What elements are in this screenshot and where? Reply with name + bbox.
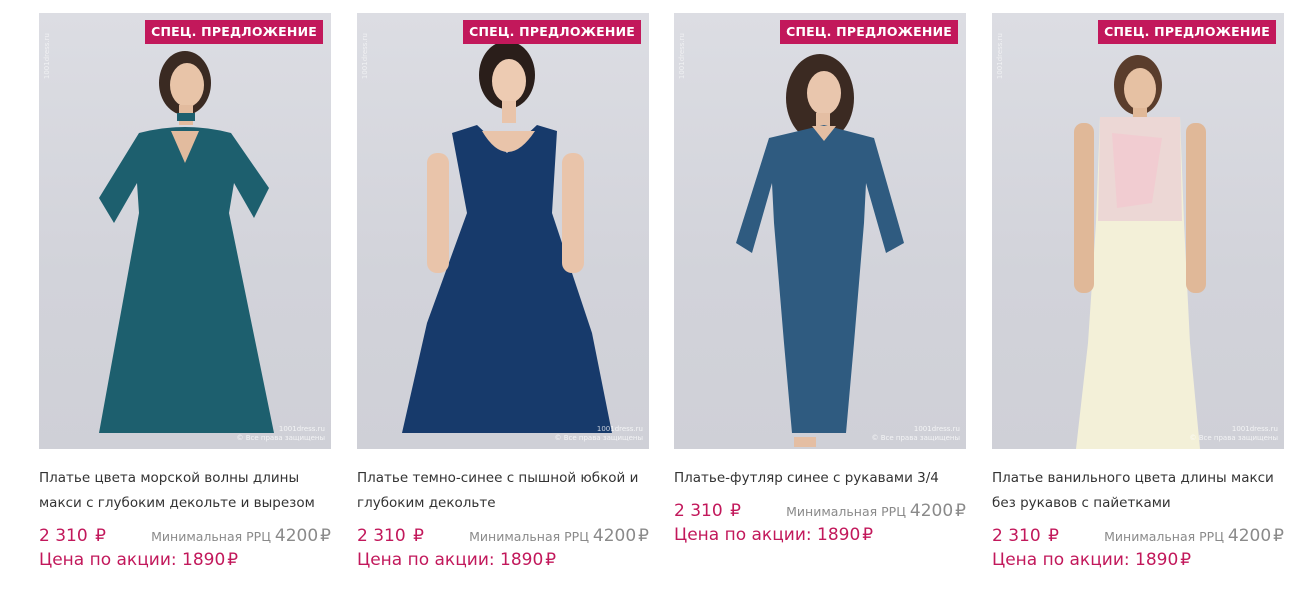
product-card[interactable]: 1001dress.ru СПЕЦ. ПРЕДЛОЖЕНИЕ 1001dress… xyxy=(992,13,1284,570)
rrp-label: Минимальная РРЦ xyxy=(151,529,271,544)
promo-label: Цена по акции: xyxy=(992,550,1130,570)
promo-value: 1890 xyxy=(500,550,544,570)
currency-icon: ₽ xyxy=(413,526,424,546)
side-watermark: 1001dress.ru xyxy=(361,33,369,80)
special-offer-badge: СПЕЦ. ПРЕДЛОЖЕНИЕ xyxy=(1098,20,1276,44)
product-title[interactable]: Платье-футляр синее с рукавами 3/4 xyxy=(674,466,966,491)
price-value: 2 310 xyxy=(992,526,1041,546)
product-grid: 1001dress.ru СПЕЦ. ПРЕДЛОЖЕНИЕ 1001dress… xyxy=(0,0,1312,601)
price-value: 2 310 xyxy=(357,526,406,546)
product-photo[interactable]: 1001dress.ru СПЕЦ. ПРЕДЛОЖЕНИЕ 1001dress… xyxy=(357,13,649,449)
dress-illustration xyxy=(1074,55,1206,449)
rrp-value: 4200 ₽ xyxy=(1228,526,1284,546)
promo-value: 1890 xyxy=(182,550,226,570)
product-card[interactable]: 1001dress.ru СПЕЦ. ПРЕДЛОЖЕНИЕ 1001dress… xyxy=(357,13,649,570)
photo-watermark: 1001dress.ru © Все права защищены xyxy=(1189,425,1278,443)
price: 2 310 ₽ xyxy=(674,501,741,521)
promo-value: 1890 xyxy=(1135,550,1179,570)
rrp-amount: 4200 xyxy=(1227,526,1272,546)
photo-watermark: 1001dress.ru © Все права защищены xyxy=(554,425,643,443)
price-value: 2 310 xyxy=(674,501,723,521)
promo-value: 1890 xyxy=(817,525,861,545)
watermark-site: 1001dress.ru xyxy=(596,425,643,433)
product-photo[interactable]: 1001dress.ru СПЕЦ. ПРЕДЛОЖЕНИЕ 1001dress… xyxy=(674,13,966,449)
product-title[interactable]: Платье цвета морской волны длины макси с… xyxy=(39,466,331,516)
currency-icon: ₽ xyxy=(95,526,106,546)
currency-icon: ₽ xyxy=(730,501,741,521)
watermark-site: 1001dress.ru xyxy=(913,425,960,433)
watermark-rights: © Все права защищены xyxy=(236,434,325,442)
product-card[interactable]: 1001dress.ru СПЕЦ. ПРЕДЛОЖЕНИЕ 1001dress… xyxy=(674,13,966,545)
special-offer-badge: СПЕЦ. ПРЕДЛОЖЕНИЕ xyxy=(145,20,323,44)
promo-label: Цена по акции: xyxy=(674,525,812,545)
price: 2 310 ₽ xyxy=(39,526,106,546)
dress-illustration xyxy=(99,51,274,433)
rrp-amount: 4200 xyxy=(274,526,319,546)
side-watermark: 1001dress.ru xyxy=(43,33,51,80)
rrp-amount: 4200 xyxy=(909,501,954,521)
rrp: Минимальная РРЦ 4200 ₽ xyxy=(469,526,649,546)
rrp: Минимальная РРЦ 4200 ₽ xyxy=(151,526,331,546)
promo-label: Цена по акции: xyxy=(39,550,177,570)
dress-illustration xyxy=(736,54,904,447)
currency-icon: ₽ xyxy=(638,526,649,546)
watermark-site: 1001dress.ru xyxy=(278,425,325,433)
promo-price: Цена по акции: 1890 ₽ xyxy=(674,525,966,545)
currency-icon: ₽ xyxy=(955,501,966,521)
rrp-value: 4200 ₽ xyxy=(275,526,331,546)
price-row: 2 310 ₽ Минимальная РРЦ 4200 ₽ xyxy=(357,526,649,546)
price: 2 310 ₽ xyxy=(357,526,424,546)
watermark-rights: © Все права защищены xyxy=(1189,434,1278,442)
price: 2 310 ₽ xyxy=(992,526,1059,546)
dress-illustration xyxy=(402,41,612,433)
currency-icon: ₽ xyxy=(320,526,331,546)
currency-icon: ₽ xyxy=(1180,550,1192,570)
currency-icon: ₽ xyxy=(545,550,557,570)
currency-icon: ₽ xyxy=(227,550,239,570)
promo-price: Цена по акции: 1890 ₽ xyxy=(992,550,1284,570)
rrp-value: 4200 ₽ xyxy=(910,501,966,521)
product-title[interactable]: Платье темно-синее с пышной юбкой и глуб… xyxy=(357,466,649,516)
price-row: 2 310 ₽ Минимальная РРЦ 4200 ₽ xyxy=(39,526,331,546)
price-row: 2 310 ₽ Минимальная РРЦ 4200 ₽ xyxy=(674,501,966,521)
product-title[interactable]: Платье ванильного цвета длины макси без … xyxy=(992,466,1284,516)
photo-watermark: 1001dress.ru © Все права защищены xyxy=(871,425,960,443)
special-offer-badge: СПЕЦ. ПРЕДЛОЖЕНИЕ xyxy=(463,20,641,44)
price-value: 2 310 xyxy=(39,526,88,546)
rrp: Минимальная РРЦ 4200 ₽ xyxy=(1104,526,1284,546)
watermark-rights: © Все права защищены xyxy=(554,434,643,442)
rrp: Минимальная РРЦ 4200 ₽ xyxy=(786,501,966,521)
rrp-label: Минимальная РРЦ xyxy=(469,529,589,544)
special-offer-badge: СПЕЦ. ПРЕДЛОЖЕНИЕ xyxy=(780,20,958,44)
product-photo[interactable]: 1001dress.ru СПЕЦ. ПРЕДЛОЖЕНИЕ 1001dress… xyxy=(992,13,1284,449)
photo-watermark: 1001dress.ru © Все права защищены xyxy=(236,425,325,443)
watermark-site: 1001dress.ru xyxy=(1231,425,1278,433)
promo-label: Цена по акции: xyxy=(357,550,495,570)
side-watermark: 1001dress.ru xyxy=(678,33,686,80)
currency-icon: ₽ xyxy=(862,525,874,545)
rrp-label: Минимальная РРЦ xyxy=(1104,529,1224,544)
price-row: 2 310 ₽ Минимальная РРЦ 4200 ₽ xyxy=(992,526,1284,546)
rrp-label: Минимальная РРЦ xyxy=(786,504,906,519)
rrp-value: 4200 ₽ xyxy=(593,526,649,546)
side-watermark: 1001dress.ru xyxy=(996,33,1004,80)
currency-icon: ₽ xyxy=(1048,526,1059,546)
product-photo[interactable]: 1001dress.ru СПЕЦ. ПРЕДЛОЖЕНИЕ 1001dress… xyxy=(39,13,331,449)
watermark-rights: © Все права защищены xyxy=(871,434,960,442)
promo-price: Цена по акции: 1890 ₽ xyxy=(357,550,649,570)
rrp-amount: 4200 xyxy=(592,526,637,546)
product-card[interactable]: 1001dress.ru СПЕЦ. ПРЕДЛОЖЕНИЕ 1001dress… xyxy=(39,13,331,570)
promo-price: Цена по акции: 1890 ₽ xyxy=(39,550,331,570)
currency-icon: ₽ xyxy=(1273,526,1284,546)
